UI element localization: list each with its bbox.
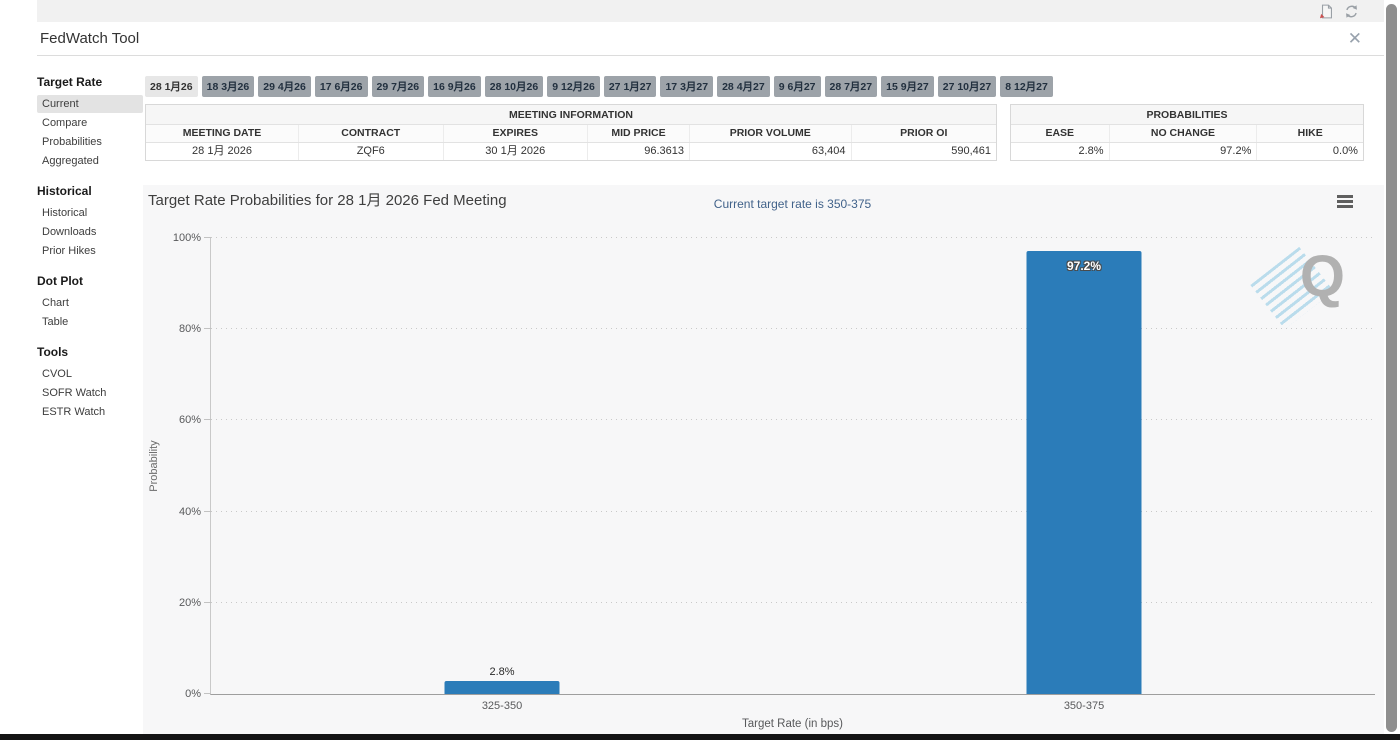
y-tick-label: 80% [178, 323, 201, 336]
page-title: FedWatch Tool [40, 30, 140, 47]
y-axis-tick [204, 693, 211, 694]
app-title-bar: FedWatch Tool ✕ [37, 22, 1384, 56]
meeting-tab-9-6-27[interactable]: 9 6月27 [773, 76, 821, 97]
sidebar-item-table[interactable]: Table [37, 313, 143, 331]
column-header-prior-oi: PRIOR OI [900, 127, 948, 139]
probability-bar [444, 681, 560, 694]
scrollbar-thumb[interactable] [1386, 4, 1397, 732]
meeting-tab-27-10-27[interactable]: 27 10月27 [937, 76, 997, 97]
meeting-tab-28-10-26[interactable]: 28 10月26 [484, 76, 544, 97]
probabilities-table: PROBABILITIES EASE NO CHANGE HIKE 2.8% 97.2% 0… [1010, 104, 1364, 161]
y-tick-label: 100% [172, 232, 201, 244]
x-axis-title: Target Rate (in bps) [742, 718, 843, 730]
column-header-contract: CONTRACT [299, 125, 444, 142]
column-header-hike: HIKE [1297, 127, 1323, 139]
probability-bar [1026, 250, 1142, 694]
refresh-icon[interactable] [1343, 3, 1360, 20]
column-header-no-change: NO CHANGE [1110, 125, 1258, 142]
y-tick-label: 60% [178, 414, 201, 427]
table-title: MEETING INFORMATION [146, 105, 996, 125]
sidebar-item-cvol[interactable]: CVOL [37, 365, 143, 383]
x-tick-label: 325-350 [481, 700, 523, 712]
x-tick-label: 350-375 [1063, 700, 1105, 712]
table-cell: 0.0% [1332, 145, 1358, 157]
y-tick-label: 40% [178, 505, 201, 518]
meeting-tab-18-3-26[interactable]: 18 3月26 [201, 76, 255, 97]
table-cell: 63,404 [690, 143, 852, 160]
y-axis-tick [204, 328, 211, 330]
table-cell: 2.8% [1011, 143, 1110, 160]
meeting-tab-17-3-27[interactable]: 17 3月27 [660, 76, 714, 97]
meeting-tab-29-7-26[interactable]: 29 7月26 [371, 76, 425, 97]
table-header-row: MEETING DATE CONTRACT EXPIRES MID PRICE PRIO… [146, 125, 996, 143]
chart-subtitle: Current target rate is 350-375 [713, 197, 872, 211]
sidebar-section-dot-plot: Dot Plot [37, 274, 83, 288]
sidebar-item-current[interactable]: Current [37, 95, 143, 113]
meeting-tab-8-12-27[interactable]: 8 12月27 [1000, 76, 1053, 97]
column-header-meeting-date: MEETING DATE [146, 125, 299, 142]
meeting-tab-28-7-27[interactable]: 28 7月27 [824, 76, 878, 97]
meeting-info-table: MEETING INFORMATION MEETING DATE CONTRACT E… [145, 104, 997, 161]
bottom-border-bar [0, 734, 1400, 740]
table-header-row: EASE NO CHANGE HIKE [1011, 125, 1363, 143]
meeting-tabs: 28 1月26 18 3月26 29 4月26 17 6月26 29 7月26 16 9月… [145, 76, 1053, 97]
column-header-expires: EXPIRES [444, 125, 588, 142]
table-value-row: 28 1月 2026 ZQF6 30 1月 2026 96.3613 63,404 590… [146, 143, 996, 160]
meeting-tab-27-1-27[interactable]: 27 1月27 [603, 76, 657, 97]
sidebar-item-chart[interactable]: Chart [37, 294, 143, 312]
category-band: 97.2% 350-375 [793, 238, 1375, 712]
sidebar-item-sofr-watch[interactable]: SOFR Watch [37, 384, 143, 402]
y-tick-label: 20% [178, 596, 201, 609]
sidebar-item-probabilities[interactable]: Probabilities [37, 133, 143, 151]
sidebar-item-prior-hikes[interactable]: Prior Hikes [37, 242, 143, 260]
sidebar-item-compare[interactable]: Compare [37, 114, 143, 132]
sidebar-item-downloads[interactable]: Downloads [37, 223, 143, 241]
column-header-prior-volume: PRIOR VOLUME [690, 125, 852, 142]
meeting-tab-28-1-26[interactable]: 28 1月26 [145, 76, 198, 97]
y-axis-tick [204, 601, 211, 603]
top-toolbar [37, 0, 1384, 22]
table-title: PROBABILITIES [1011, 105, 1363, 125]
bar-value-label: 97.2% [1066, 258, 1102, 273]
y-axis-tick [204, 237, 211, 238]
sidebar-item-historical[interactable]: Historical [37, 204, 143, 222]
table-cell: 590,461 [951, 145, 991, 157]
sidebar-section-historical: Historical [37, 184, 92, 198]
table-cell: 96.3613 [588, 143, 690, 160]
meeting-tab-28-4-27[interactable]: 28 4月27 [717, 76, 770, 97]
y-axis-tick [204, 419, 211, 421]
table-cell: 97.2% [1110, 143, 1258, 160]
y-tick-label: 0% [185, 688, 201, 700]
close-icon[interactable]: ✕ [1348, 28, 1362, 50]
sidebar-section-tools: Tools [37, 345, 69, 359]
sidebar-item-aggregated[interactable]: Aggregated [37, 152, 143, 170]
column-header-mid-price: MID PRICE [588, 125, 690, 142]
sidebar-section-target-rate: Target Rate [37, 75, 103, 89]
y-axis-title: Probability [148, 440, 160, 492]
meeting-tab-17-6-26[interactable]: 17 6月26 [314, 76, 368, 97]
category-band: 2.8% 325-350 [211, 238, 793, 712]
fedwatch-page: FedWatch Tool ✕ Target Rate Current Compar… [0, 0, 1400, 740]
table-cell: 28 1月 2026 [146, 143, 299, 160]
vertical-scrollbar [1384, 0, 1400, 740]
meeting-tab-9-12-26[interactable]: 9 12月26 [547, 76, 600, 97]
meeting-tab-16-9-26[interactable]: 16 9月26 [428, 76, 481, 97]
chart-panel: Target Rate Probabilities for 28 1月 2026… [143, 185, 1384, 734]
y-axis-tick [204, 510, 211, 512]
meeting-tab-29-4-26[interactable]: 29 4月26 [258, 76, 311, 97]
sidebar: Target Rate Current Compare Probabilities Ag… [37, 75, 143, 422]
main-content: 28 1月26 18 3月26 29 4月26 17 6月26 29 7月26 16 9月… [143, 56, 1384, 734]
sidebar-item-estr-watch[interactable]: ESTR Watch [37, 403, 143, 421]
table-value-row: 2.8% 97.2% 0.0% [1011, 143, 1363, 160]
meeting-tab-15-9-27[interactable]: 15 9月27 [881, 76, 934, 97]
export-report-icon[interactable] [1317, 3, 1334, 20]
column-header-ease: EASE [1011, 125, 1110, 142]
table-cell: 30 1月 2026 [444, 143, 588, 160]
table-cell: ZQF6 [299, 143, 444, 160]
plot-area: Probability Q 0% 20% 40% 60% 80% 100% 2.8% 325-… [148, 232, 1375, 712]
bar-value-label: 2.8% [489, 666, 515, 679]
